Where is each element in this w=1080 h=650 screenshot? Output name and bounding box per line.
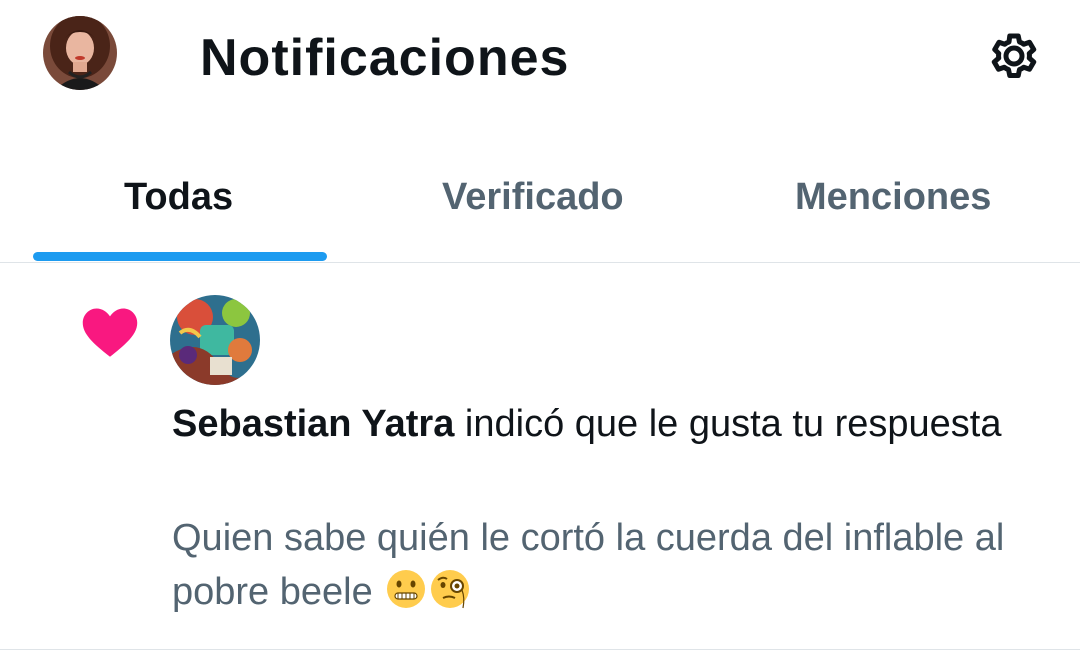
user-name-link[interactable]: Sebastian Yatra [172,403,454,445]
profile-avatar[interactable] [43,16,117,90]
reply-text: Quien sabe quién le cortó la cuerda del … [172,517,1005,613]
notification-text: Sebastian Yatra indicó que le gusta tu r… [172,397,1052,451]
face-with-monocle-emoji [429,568,471,610]
reply-preview: Quien sabe quién le cortó la cuerda del … [172,511,1052,619]
gear-icon[interactable] [984,26,1044,86]
tab-bar: Todas Verificado Menciones [0,150,1080,263]
tab-verificado[interactable]: Verificado [442,172,624,222]
active-tab-indicator [33,252,327,261]
page-title: Notificaciones [200,29,570,87]
zipper-mouth-face-emoji [385,568,427,610]
notification-action: indicó que le gusta tu respuesta [454,403,1002,445]
header: Notificaciones [0,0,1080,118]
tab-menciones[interactable]: Menciones [795,172,991,222]
tab-todas[interactable]: Todas [124,172,233,222]
user-avatar[interactable] [170,295,260,385]
notification-item[interactable]: Sebastian Yatra indicó que le gusta tu r… [0,263,1080,650]
notifications-screen: Notificaciones Todas Verificado Mencione… [0,0,1080,650]
heart-icon [80,306,140,358]
